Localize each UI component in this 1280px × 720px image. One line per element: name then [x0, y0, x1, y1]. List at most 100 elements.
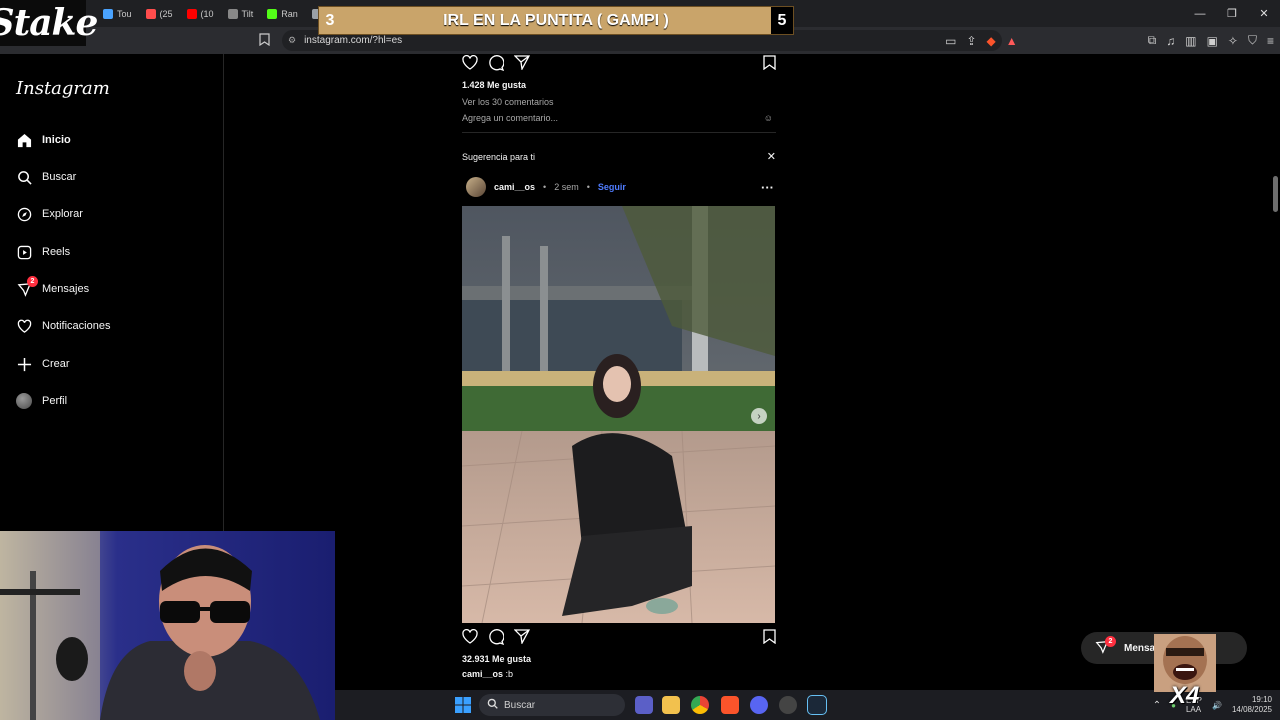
- media-icon[interactable]: ♫: [1166, 34, 1175, 48]
- nav-mensajes[interactable]: 2 Mensajes: [16, 275, 89, 303]
- webcam-feed: [0, 531, 335, 720]
- site-info-icon[interactable]: ⚙: [288, 35, 296, 46]
- screenshot-icon[interactable]: ⧉: [1148, 33, 1157, 48]
- follow-button[interactable]: Seguir: [598, 182, 626, 192]
- tab-favicon-icon: [267, 8, 278, 19]
- like-icon[interactable]: [462, 55, 478, 75]
- post-actions: [462, 628, 776, 650]
- instagram-logo[interactable]: Instagram: [16, 78, 110, 99]
- suggestion-heading: Sugerencia para ti: [462, 151, 536, 162]
- messages-pill-badge: 2: [1105, 635, 1116, 647]
- tab-favicon-icon: [145, 8, 156, 19]
- vpn-icon[interactable]: ⛉: [1248, 33, 1257, 48]
- emote-sticker: X4: [1154, 634, 1216, 714]
- save-icon[interactable]: [763, 629, 776, 649]
- maximize-button[interactable]: ❐: [1216, 0, 1248, 27]
- browser-tab[interactable]: Ran: [260, 0, 305, 27]
- banner-title: IRL EN LA PUNTITA ( GAMPI ): [443, 11, 669, 29]
- tab-favicon-icon: [103, 8, 113, 19]
- tab-favicon-icon: [186, 8, 197, 19]
- leo-ai-icon[interactable]: ✧: [1228, 34, 1238, 48]
- comment-icon[interactable]: [488, 628, 505, 650]
- nav-label: Perfil: [42, 395, 68, 407]
- nav-notificaciones[interactable]: Notificaciones: [16, 312, 110, 340]
- taskbar-search[interactable]: Buscar: [479, 694, 625, 716]
- post-author-username[interactable]: cami__os: [494, 182, 535, 192]
- caption-text: :b: [505, 669, 514, 679]
- nav-label: Notificaciones: [42, 320, 111, 332]
- nav-buscar[interactable]: Buscar: [16, 163, 76, 191]
- bookmark-icon[interactable]: [259, 33, 270, 51]
- cast-icon[interactable]: ▭: [945, 34, 956, 48]
- like-icon[interactable]: [462, 629, 478, 649]
- teams-icon[interactable]: [635, 696, 653, 714]
- share-post-icon[interactable]: [513, 55, 531, 75]
- reels-icon: [16, 244, 32, 260]
- chrome-icon[interactable]: [691, 696, 709, 714]
- prev-post-likes[interactable]: 1.428 Me gusta: [462, 80, 776, 90]
- browser-tab[interactable]: (25: [139, 0, 180, 27]
- stake-logo: Stake: [0, 0, 98, 46]
- post-photo-image: [462, 206, 775, 623]
- close-window-button[interactable]: ✕: [1248, 0, 1280, 27]
- view-comments-link[interactable]: Ver los 30 comentarios: [462, 97, 776, 107]
- page-scrollbar[interactable]: [1270, 54, 1280, 690]
- next-image-button[interactable]: ›: [751, 408, 767, 424]
- webcam-overlay: [0, 531, 335, 720]
- minimize-button[interactable]: —: [1184, 0, 1216, 27]
- brave-shield-icon[interactable]: ◆: [987, 34, 996, 48]
- nav-explorar[interactable]: Explorar: [16, 200, 83, 228]
- comment-input[interactable]: Agrega un comentario...: [462, 113, 558, 123]
- rewards-icon[interactable]: ▲: [1006, 34, 1018, 48]
- nav-inicio[interactable]: Inicio: [16, 126, 71, 154]
- clock-date: 14/08/2025: [1231, 705, 1272, 714]
- browser-tab[interactable]: (10: [180, 0, 221, 27]
- wallet-icon[interactable]: ▣: [1207, 34, 1218, 48]
- windows-taskbar: Buscar ⌃ ● ESP LAA 🔊 19:10 14/08/2025: [335, 690, 1280, 720]
- post-header: cami__os • 2 sem • Seguir ···: [462, 177, 776, 197]
- browser-tools: ▭ ⇪ ◆ ▲ ⧉ ♫ ▥ ▣ ✧ ⛉ ≡: [945, 27, 1274, 54]
- save-icon[interactable]: [763, 55, 776, 75]
- nav-perfil[interactable]: Perfil: [16, 387, 67, 415]
- comment-icon[interactable]: [488, 54, 505, 76]
- windows-start-icon[interactable]: [455, 697, 471, 718]
- stream-banner: 3 IRL EN LA PUNTITA ( GAMPI ) 5: [318, 6, 794, 35]
- url-text: instagram.com/?hl=es: [304, 35, 403, 46]
- tab-favicon-icon: [227, 8, 238, 19]
- messenger-icon: 2: [16, 276, 38, 297]
- caption-username[interactable]: cami__os: [462, 669, 503, 679]
- post-author-avatar[interactable]: [466, 177, 486, 197]
- tab-label: Tilt: [241, 8, 254, 19]
- nav-label: Crear: [42, 358, 70, 370]
- clock[interactable]: 19:10 14/08/2025: [1232, 695, 1272, 715]
- app-icon[interactable]: [779, 696, 797, 714]
- menu-icon[interactable]: ≡: [1267, 34, 1274, 48]
- sidebar-toggle-icon[interactable]: ▥: [1185, 34, 1196, 48]
- browser-tab[interactable]: Tou: [96, 0, 139, 27]
- share-post-icon[interactable]: [513, 629, 531, 649]
- steam-icon[interactable]: [807, 695, 827, 715]
- post-likes[interactable]: 32.931 Me gusta: [462, 654, 776, 664]
- share-icon[interactable]: ⇪: [966, 34, 976, 48]
- tab-label: Ran: [281, 8, 298, 19]
- file-explorer-icon[interactable]: [662, 696, 680, 714]
- brave-icon[interactable]: [721, 696, 739, 714]
- nav-label: Buscar: [42, 171, 77, 183]
- tab-label: (25: [159, 8, 173, 19]
- divider: [462, 132, 776, 133]
- more-options-icon[interactable]: ···: [761, 180, 774, 195]
- window-controls: — ❐ ✕: [1184, 0, 1280, 27]
- emoji-icon[interactable]: ☺: [764, 113, 773, 123]
- post-time: 2 sem: [554, 182, 579, 192]
- nav-label: Mensajes: [42, 283, 90, 295]
- plus-icon: [16, 356, 32, 372]
- post-caption: cami__os :b: [462, 669, 776, 679]
- dismiss-suggestion-icon[interactable]: ✕: [767, 150, 776, 163]
- post-photo[interactable]: ›: [462, 206, 775, 623]
- nav-crear[interactable]: Crear: [16, 350, 70, 378]
- nav-reels[interactable]: Reels: [16, 238, 70, 266]
- scrollbar-thumb[interactable]: [1273, 176, 1278, 212]
- search-icon: [487, 698, 498, 712]
- browser-tab[interactable]: Tilt: [221, 0, 261, 27]
- discord-icon[interactable]: [750, 696, 768, 714]
